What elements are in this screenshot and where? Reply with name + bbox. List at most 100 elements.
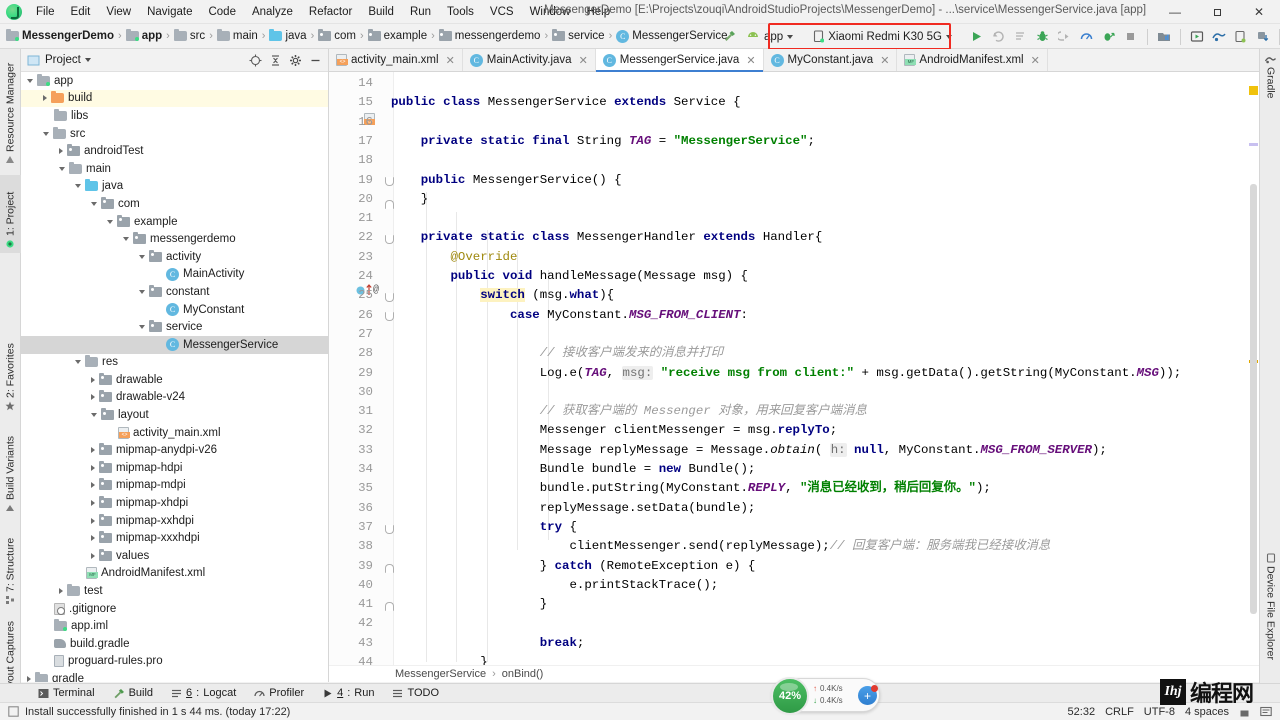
breadcrumb-item-com[interactable]: com <box>318 29 356 42</box>
tree-row[interactable]: C MessengerService <box>21 335 328 354</box>
stop-button[interactable] <box>1120 26 1142 47</box>
menu-analyze[interactable]: Analyze <box>244 3 301 21</box>
code-line[interactable]: Message replyMessage = Message.obtain( h… <box>391 441 1107 460</box>
debug-button[interactable] <box>1032 26 1054 47</box>
tree-row[interactable]: gradle <box>21 670 328 682</box>
tree-twisty-open-icon[interactable] <box>123 237 129 242</box>
editor-scrollbar-thumb[interactable] <box>1250 184 1257 614</box>
menu-build[interactable]: Build <box>360 3 402 21</box>
sidebar-item-favorites[interactable]: 2: Favorites <box>0 327 21 415</box>
tree-row[interactable]: mipmap-xxxhdpi <box>21 529 328 547</box>
code-line[interactable]: Bundle bundle = new Bundle(); <box>391 460 756 479</box>
tree-twisty-closed-icon[interactable] <box>43 95 47 102</box>
network-speed-widget[interactable]: 42% ↑ 0.4K/s ↓ 0.4K/s + <box>771 677 880 715</box>
code-line[interactable]: bundle.putString(MyConstant.REPLY, "消息已经… <box>391 479 991 498</box>
tree-twisty-closed-icon[interactable] <box>27 675 31 682</box>
tree-row[interactable]: C MainActivity <box>21 266 328 284</box>
tree-twisty-open-icon[interactable] <box>91 413 97 418</box>
tree-twisty-closed-icon[interactable] <box>91 464 95 471</box>
tree-twisty-closed-icon[interactable] <box>91 376 95 383</box>
device-selector[interactable]: Xiaomi Redmi K30 5G <box>807 27 958 47</box>
code-line[interactable]: switch (msg.what){ <box>391 286 614 305</box>
tree-twisty-open-icon[interactable] <box>27 78 33 83</box>
tree-row[interactable]: mipmap-anydpi-v26 <box>21 441 328 459</box>
tree-row[interactable]: activity <box>21 248 328 266</box>
tree-row[interactable]: main <box>21 160 328 178</box>
menu-file[interactable]: File <box>28 3 63 21</box>
collapse-all-button[interactable] <box>266 51 284 69</box>
locate-file-button[interactable] <box>246 51 264 69</box>
breadcrumb-item-messengerdemo[interactable]: messengerdemo <box>438 29 540 42</box>
close-icon[interactable]: ✕ <box>1031 54 1040 67</box>
tree-row[interactable]: build.gradle <box>21 635 328 653</box>
tree-row[interactable]: drawable <box>21 371 328 389</box>
breadcrumb-item-messengerservice[interactable]: C MessengerService <box>616 29 727 43</box>
editor-breadcrumb-method[interactable]: onBind() <box>502 668 544 680</box>
close-icon[interactable]: ✕ <box>880 54 889 67</box>
breadcrumb-item-java[interactable]: java <box>269 29 307 42</box>
breadcrumb-item-project[interactable]: MessengerDemo <box>6 29 114 42</box>
sidebar-item-device-file-explorer[interactable]: Device File Explorer <box>1260 549 1280 683</box>
status-caret-position[interactable]: 52:32 <box>1068 706 1096 718</box>
tool-button-terminal[interactable]: Terminal <box>29 684 104 703</box>
tree-row[interactable]: androidTest <box>21 142 328 160</box>
tree-twisty-closed-icon[interactable] <box>91 517 95 524</box>
tree-row[interactable]: java <box>21 178 328 196</box>
maximize-button[interactable] <box>1196 0 1238 24</box>
rerun-button[interactable] <box>988 26 1010 47</box>
tree-row[interactable]: messengerdemo <box>21 230 328 248</box>
tree-twisty-closed-icon[interactable] <box>91 394 95 401</box>
tree-row[interactable]: .gitignore <box>21 600 328 618</box>
menu-refactor[interactable]: Refactor <box>301 3 360 21</box>
attach-debugger-button[interactable] <box>1054 26 1076 47</box>
menu-tools[interactable]: Tools <box>439 3 482 21</box>
breadcrumb-item-main[interactable]: main <box>216 29 258 42</box>
apply-changes-button[interactable] <box>1010 26 1032 47</box>
run-coverage-button[interactable] <box>1098 26 1120 47</box>
close-icon[interactable]: ✕ <box>746 54 755 67</box>
profiler-button[interactable] <box>1076 26 1098 47</box>
breadcrumb-item-src[interactable]: src <box>173 29 205 42</box>
code-line[interactable]: // 获取客户端的 Messenger 对象，用来回复客户端消息 <box>391 402 867 421</box>
editor-tab[interactable]: C MessengerService.java ✕ <box>595 49 764 72</box>
editor-tab[interactable]: activity_main.xml ✕ <box>329 49 463 71</box>
tree-row[interactable]: service <box>21 318 328 336</box>
tool-button-profiler[interactable]: Profiler <box>245 684 313 703</box>
tree-row[interactable]: proguard-rules.pro <box>21 653 328 671</box>
tree-row[interactable]: mipmap-xhdpi <box>21 494 328 512</box>
editor-tab-strip[interactable]: activity_main.xml✕CMainActivity.java✕CMe… <box>329 49 1259 72</box>
code-line[interactable]: clientMessenger.send(replyMessage);// 回复… <box>391 537 1050 556</box>
chevron-down-icon[interactable] <box>84 58 91 62</box>
code-line[interactable]: public MessengerService() { <box>391 171 622 190</box>
editor-tab[interactable]: C MainActivity.java ✕ <box>463 49 596 71</box>
sidebar-item-gradle[interactable]: Gradle <box>1260 51 1280 109</box>
hide-panel-button[interactable] <box>306 51 324 69</box>
network-widget-expand-button[interactable]: + <box>858 685 878 705</box>
code-line[interactable]: } catch (RemoteException e) { <box>391 557 756 576</box>
project-panel-toolbar[interactable] <box>246 51 328 69</box>
code-line[interactable]: @Override <box>391 248 518 267</box>
menu-navigate[interactable]: Navigate <box>139 3 200 21</box>
tree-twisty-closed-icon[interactable] <box>91 482 95 489</box>
menu-vcs[interactable]: VCS <box>482 3 522 21</box>
code-line[interactable]: try { <box>391 518 577 537</box>
editor-breadcrumb-class[interactable]: MessengerService <box>395 668 486 680</box>
tree-row[interactable]: AndroidManifest.xml <box>21 565 328 583</box>
code-line[interactable]: } <box>391 595 547 614</box>
tree-twisty-open-icon[interactable] <box>43 131 49 136</box>
sidebar-item-resource-manager[interactable]: Resource Manager <box>0 53 21 169</box>
menu-view[interactable]: View <box>98 3 139 21</box>
editor-marker-bar[interactable] <box>1247 72 1259 682</box>
code-line[interactable]: case MyConstant.MSG_FROM_CLIENT: <box>391 306 748 325</box>
tool-button-run[interactable]: 4: Run <box>313 684 383 703</box>
tree-twisty-closed-icon[interactable] <box>59 588 63 595</box>
tree-twisty-open-icon[interactable] <box>59 166 65 171</box>
tree-row[interactable]: app.iml <box>21 617 328 635</box>
build-hammer-button[interactable] <box>718 26 740 47</box>
cpu-usage-badge[interactable]: 42% <box>771 677 809 715</box>
code-line[interactable]: Messenger clientMessenger = msg.replyTo; <box>391 421 837 440</box>
menu-bar[interactable]: File Edit View Navigate Code Analyze Ref… <box>28 3 618 21</box>
tree-row[interactable]: res <box>21 354 328 372</box>
sidebar-item-structure[interactable]: 7: Structure <box>0 523 21 609</box>
tool-button-build[interactable]: Build <box>104 684 162 703</box>
